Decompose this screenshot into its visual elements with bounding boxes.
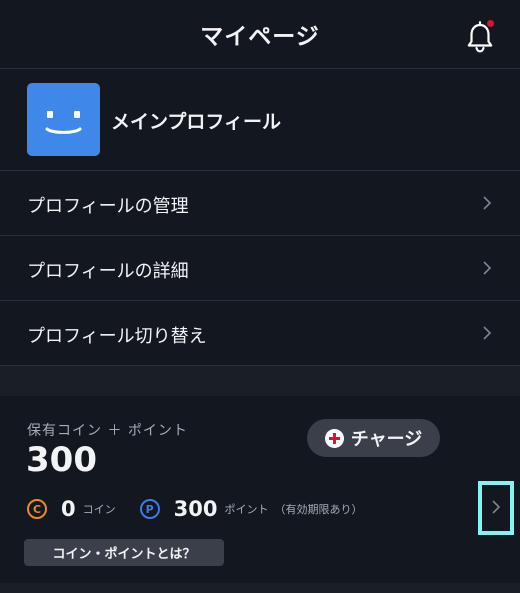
avatar [27, 83, 100, 156]
coin-amount: 0 [61, 497, 76, 521]
menu-item-profile-manage[interactable]: プロフィールの管理 [0, 171, 520, 236]
chevron-right-icon [483, 196, 492, 210]
point-amount: 300 [173, 497, 218, 521]
coin-unit: コイン [82, 503, 116, 516]
coin-icon: C [27, 499, 47, 519]
header: マイページ [0, 0, 520, 69]
charge-label: チャージ [350, 429, 423, 450]
section-divider [0, 366, 520, 396]
coin-detail-button[interactable] [478, 481, 514, 535]
coin-point-section: 保有コイン ＋ ポイント 300 チャージ C 0 コイン P 300 ポイント… [0, 396, 520, 583]
menu-item-profile-details[interactable]: プロフィールの詳細 [0, 236, 520, 301]
notification-dot [487, 20, 494, 27]
menu-item-label: プロフィールの管理 [27, 196, 189, 217]
balance-row: C 0 コイン P 300 ポイント （有効期限あり） [27, 496, 362, 522]
chevron-right-icon [492, 500, 501, 514]
plus-icon [324, 428, 344, 448]
profile-name: メインプロフィール [111, 111, 282, 133]
chevron-right-icon [483, 326, 492, 340]
help-label: コイン・ポイントとは？ [52, 547, 196, 562]
menu-item-profile-switch[interactable]: プロフィール切り替え [0, 301, 520, 366]
profile-row[interactable]: メインプロフィール [0, 69, 520, 171]
point-unit: ポイント [224, 503, 269, 516]
page-title: マイページ [200, 24, 320, 50]
point-expiry-note: （有効期限あり） [274, 503, 363, 516]
bottom-band [0, 583, 520, 593]
coin-point-title: 保有コイン ＋ ポイント [27, 423, 188, 439]
coin-point-help-button[interactable]: コイン・ポイントとは？ [24, 539, 224, 566]
smiley-face-icon [45, 111, 82, 134]
menu-item-label: プロフィールの詳細 [27, 261, 189, 282]
coin-point-total: 300 [26, 440, 97, 480]
charge-button[interactable]: チャージ [307, 419, 440, 457]
notification-bell-icon[interactable] [464, 20, 496, 54]
my-page: マイページ メインプロフィール プロフィールの管理 プロフィールの詳細 プロフィ… [0, 0, 520, 593]
chevron-right-icon [483, 261, 492, 275]
point-icon: P [139, 499, 160, 519]
menu-item-label: プロフィール切り替え [27, 326, 207, 347]
